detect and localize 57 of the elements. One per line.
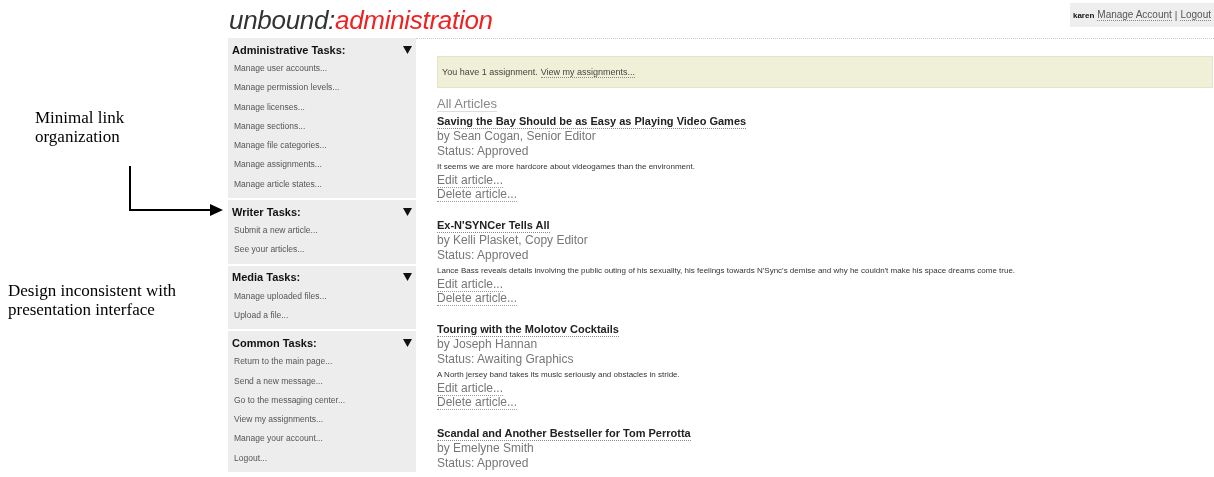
sidebar-link[interactable]: Return to the main page... bbox=[228, 352, 333, 372]
article-status: Status: Awaiting Graphics bbox=[437, 352, 574, 367]
sidebar-link[interactable]: Manage uploaded files... bbox=[228, 286, 327, 306]
group-title: Writer Tasks: bbox=[232, 205, 301, 218]
collapse-icon[interactable] bbox=[403, 45, 412, 54]
group-title: Media Tasks: bbox=[232, 271, 301, 284]
sidebar-link[interactable]: View my assignments... bbox=[228, 410, 324, 430]
sidebar-link[interactable]: Manage assignments... bbox=[228, 155, 322, 175]
annotation-text: Design inconsistent with presentation interface bbox=[8, 281, 178, 319]
article-summary: It seems we are more hardcore about videogames than the environment. bbox=[437, 161, 695, 173]
article-status: Status: Approved bbox=[437, 248, 529, 263]
section-heading: All Articles bbox=[437, 96, 497, 112]
annotation-text: Minimal link organization bbox=[35, 108, 126, 146]
user-name: karen bbox=[1072, 10, 1095, 20]
sidebar-link[interactable]: Manage user accounts... bbox=[228, 59, 328, 79]
article-action-link[interactable]: Edit article... bbox=[437, 382, 504, 396]
article-status: Status: Approved bbox=[437, 456, 529, 471]
article-status: Status: Approved bbox=[437, 144, 529, 159]
sidebar-link[interactable]: Manage your account... bbox=[228, 429, 323, 449]
article-byline: by Kelli Plasket, Copy Editor bbox=[437, 233, 588, 248]
sidebar-link[interactable]: Manage article states... bbox=[228, 174, 322, 195]
article-title[interactable]: Saving the Bay Should be as Easy as Playing Video Games bbox=[437, 114, 747, 129]
sidebar-link[interactable]: Manage permission levels... bbox=[228, 78, 340, 98]
site-logo: unbound:administration bbox=[228, 4, 494, 37]
notice-text: You have 1 assignment. bbox=[442, 67, 538, 77]
sidebar-link[interactable]: Logout... bbox=[228, 448, 268, 469]
separator-text: | bbox=[1174, 9, 1178, 21]
article-title[interactable]: Scandal and Another Bestseller for Tom Perrotta bbox=[437, 426, 691, 441]
group-title: Administrative Tasks: bbox=[232, 43, 346, 56]
account-link[interactable]: Logout bbox=[1180, 9, 1211, 21]
notice-link[interactable]: View my assignments... bbox=[540, 66, 636, 78]
group-title: Common Tasks: bbox=[232, 336, 317, 349]
sidebar-link[interactable]: Upload a file... bbox=[228, 305, 289, 326]
article-byline: by Emelyne Smith bbox=[437, 441, 534, 456]
collapse-icon[interactable] bbox=[403, 207, 412, 216]
arrow-icon bbox=[128, 166, 224, 216]
article-byline: by Sean Cogan, Senior Editor bbox=[437, 129, 596, 144]
sidebar-link[interactable]: Send a new message... bbox=[228, 371, 323, 391]
article-title[interactable]: Touring with the Molotov Cocktails bbox=[437, 322, 619, 337]
collapse-icon[interactable] bbox=[403, 273, 412, 282]
article-byline: by Joseph Hannan bbox=[437, 337, 538, 352]
article-title[interactable]: Ex-N'SYNCer Tells All bbox=[437, 218, 550, 233]
sidebar-link[interactable]: Manage sections... bbox=[228, 116, 306, 137]
account-link[interactable]: Manage Account bbox=[1097, 9, 1172, 21]
collapse-icon[interactable] bbox=[403, 338, 412, 347]
article-action-link[interactable]: Delete article... bbox=[437, 292, 518, 306]
article-action-link[interactable]: Delete article... bbox=[437, 188, 518, 202]
article-summary: A North jersey band takes its music seriously and obstacles in stride. bbox=[437, 369, 680, 381]
article-action-link[interactable]: Edit article... bbox=[437, 278, 504, 292]
article-action-link[interactable]: Delete article... bbox=[437, 396, 518, 410]
article-action-link[interactable]: Edit article... bbox=[437, 174, 504, 188]
sidebar-link[interactable]: Manage file categories... bbox=[228, 136, 327, 156]
sidebar-link[interactable]: Submit a new article... bbox=[228, 221, 318, 241]
sidebar-link[interactable]: See your articles... bbox=[228, 240, 305, 260]
article-summary: Lance Bass reveals details involving the public outing of his sexuality, his feelings towards N'Sync's demise and why he couldn't make his space dreams come true. bbox=[437, 265, 1016, 277]
sidebar-link[interactable]: Manage licenses... bbox=[228, 97, 305, 117]
sidebar-link[interactable]: Go to the messaging center... bbox=[228, 390, 346, 411]
